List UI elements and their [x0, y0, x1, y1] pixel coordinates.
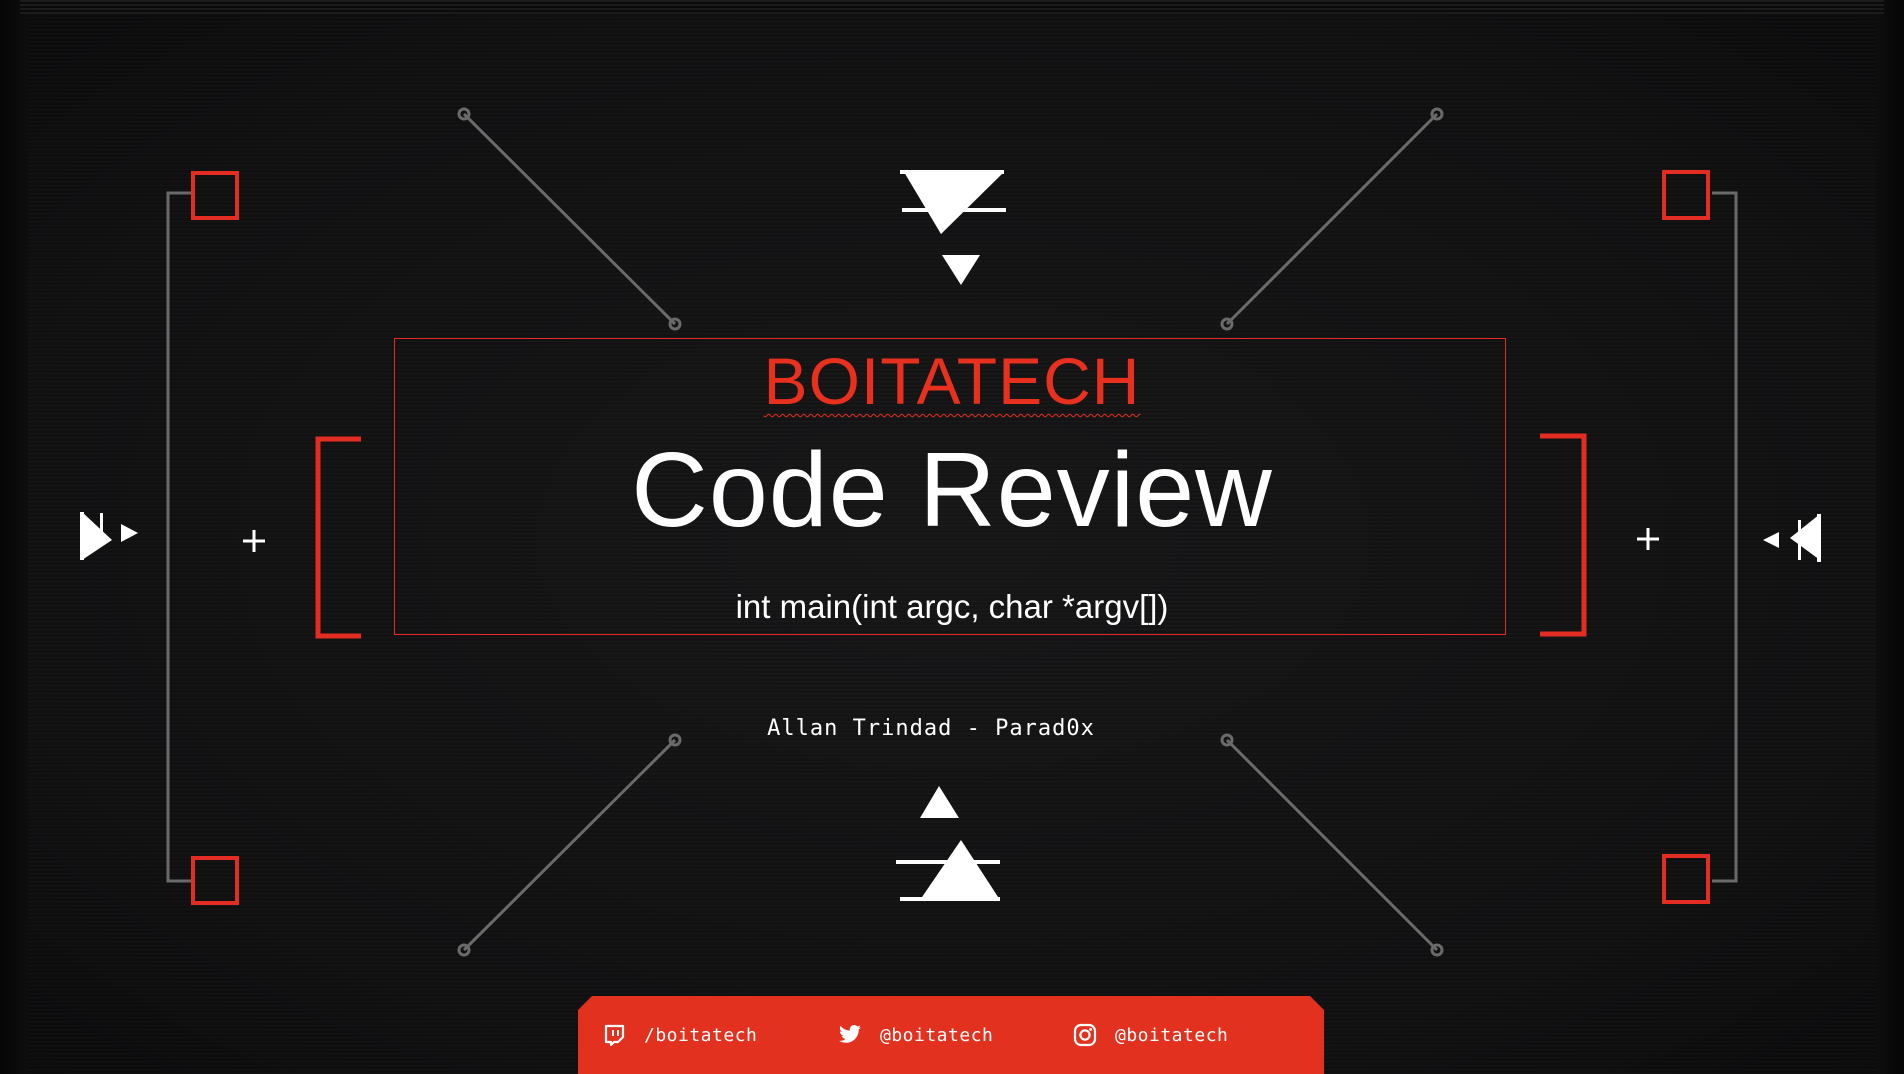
square-bottom-left — [191, 856, 239, 905]
author-credit: Allan Trindad - Parad0x — [767, 716, 1095, 741]
brand-name: BOITATECH — [763, 344, 1141, 418]
diagonal-line-top-left — [462, 112, 677, 326]
square-top-left — [191, 171, 239, 220]
diagonal-line-top-right — [1225, 112, 1439, 326]
twitch-handle: /boitatech — [644, 1024, 758, 1046]
slide-title: Code Review — [631, 431, 1273, 549]
twitch-icon — [602, 1023, 626, 1047]
instagram-handle: @boitatech — [1115, 1024, 1229, 1046]
instagram-icon — [1073, 1023, 1097, 1047]
square-bottom-right — [1662, 854, 1710, 904]
slide-canvas: BOITATECH Code Review int main(int argc,… — [0, 0, 1904, 1074]
diagonal-line-bottom-left — [462, 738, 677, 952]
social-link-twitch[interactable]: /boitatech — [602, 1024, 757, 1046]
diagonal-line-bottom-right — [1225, 738, 1439, 952]
social-link-instagram[interactable]: @boitatech — [1073, 1023, 1229, 1047]
twitter-icon — [838, 1023, 862, 1047]
social-link-twitter[interactable]: @boitatech — [838, 1024, 993, 1046]
glitch-arrow-bottom — [896, 786, 1000, 901]
square-top-right — [1662, 170, 1710, 220]
slide-subtitle: int main(int argc, char *argv[]) — [735, 588, 1169, 625]
glitch-arrow-top — [900, 170, 1006, 285]
twitter-handle: @boitatech — [880, 1024, 994, 1046]
